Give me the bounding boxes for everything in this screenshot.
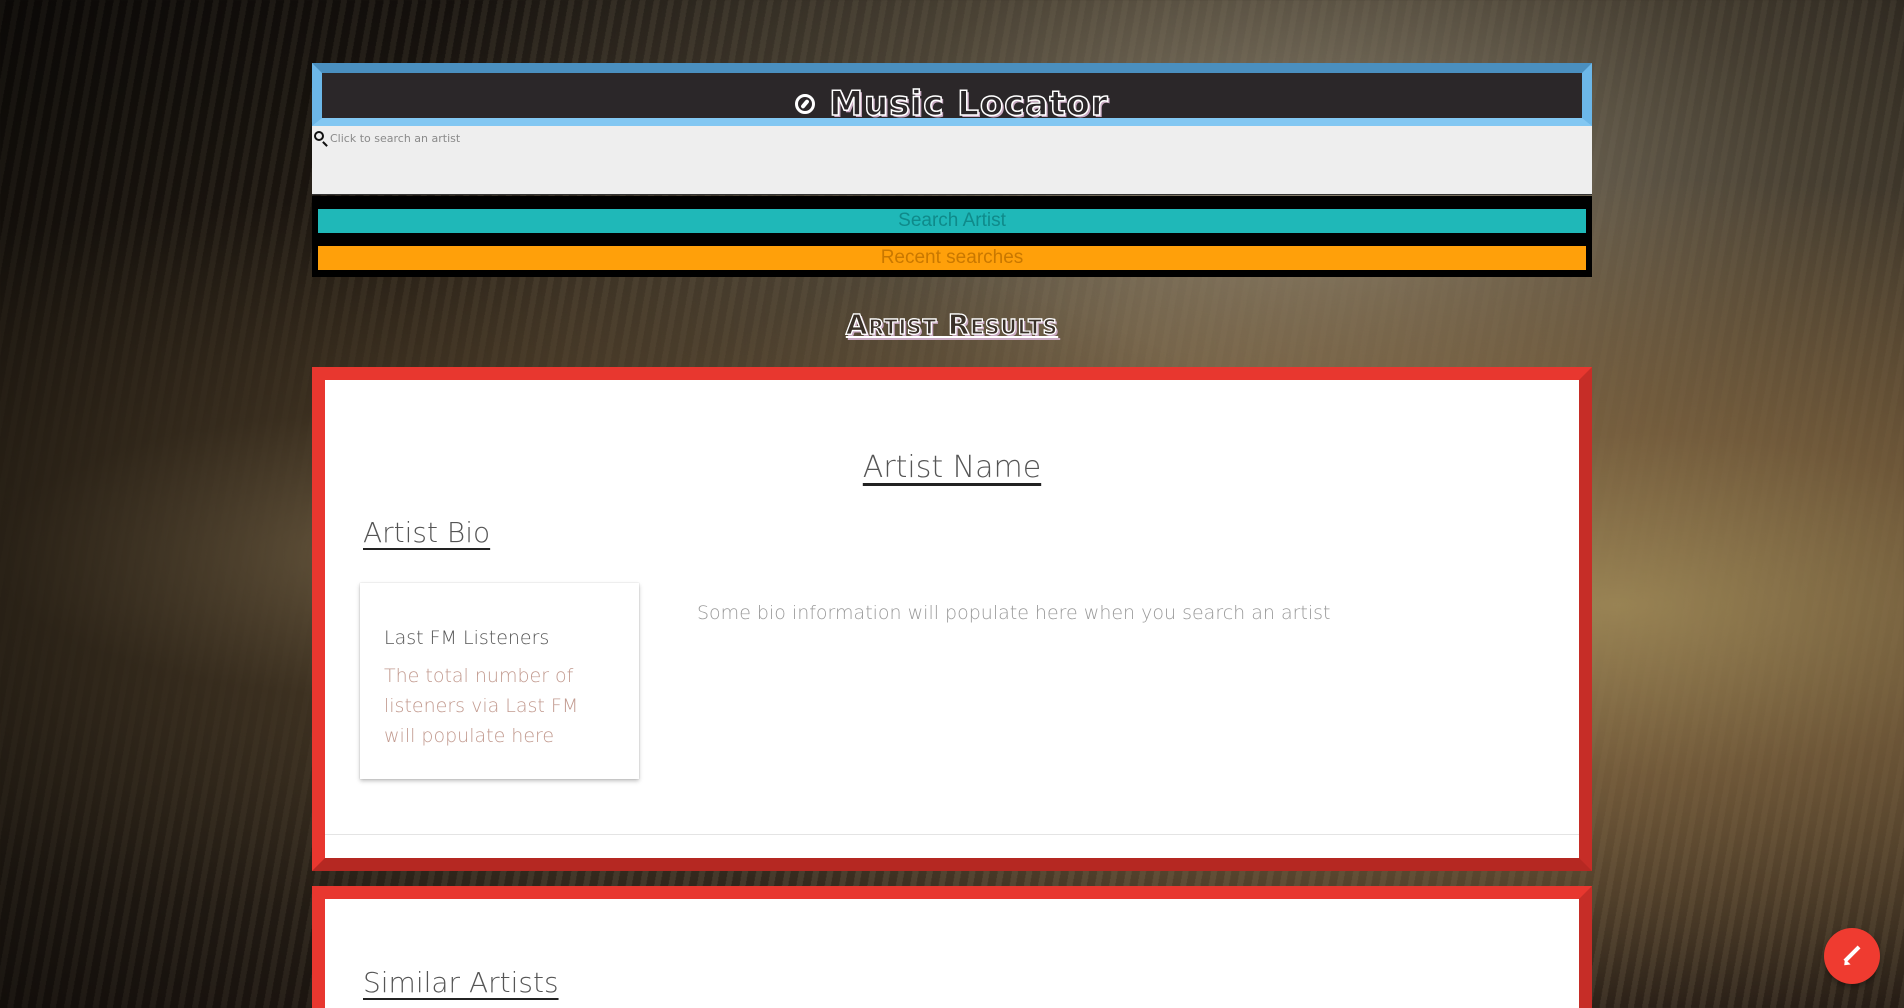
artist-card: Artist Name Artist Bio Last FM Listeners… (312, 367, 1592, 871)
similar-artists-card: Similar Artists (312, 886, 1592, 1008)
artist-bio-heading: Artist Bio (363, 516, 491, 549)
compass-icon (795, 94, 816, 114)
search-artist-button[interactable]: Search Artist (318, 209, 1586, 233)
app-header: Music Locator (312, 63, 1592, 126)
listeners-title: Last FM Listeners (384, 627, 550, 649)
search-bar[interactable] (312, 126, 1592, 195)
bio-text: Some bio information will populate here … (697, 602, 1331, 624)
header-brand: Music Locator (795, 83, 1109, 125)
edit-fab-button[interactable] (1824, 928, 1880, 984)
artist-name: Artist Name (862, 450, 1042, 485)
similar-artists-heading: Similar Artists (363, 966, 559, 999)
card-divider (325, 834, 1579, 835)
artist-results-title: Artist Results (845, 307, 1059, 341)
action-buttons: Search Artist Recent searches (312, 196, 1592, 277)
listeners-card: Last FM Listeners The total number of li… (360, 583, 639, 779)
pencil-icon (1841, 945, 1863, 967)
listeners-text: The total number of listeners via Last F… (384, 665, 579, 747)
search-input[interactable] (330, 126, 1530, 150)
app-title: Music Locator (829, 83, 1109, 125)
recent-searches-button[interactable]: Recent searches (318, 246, 1586, 270)
search-icon (314, 131, 324, 141)
